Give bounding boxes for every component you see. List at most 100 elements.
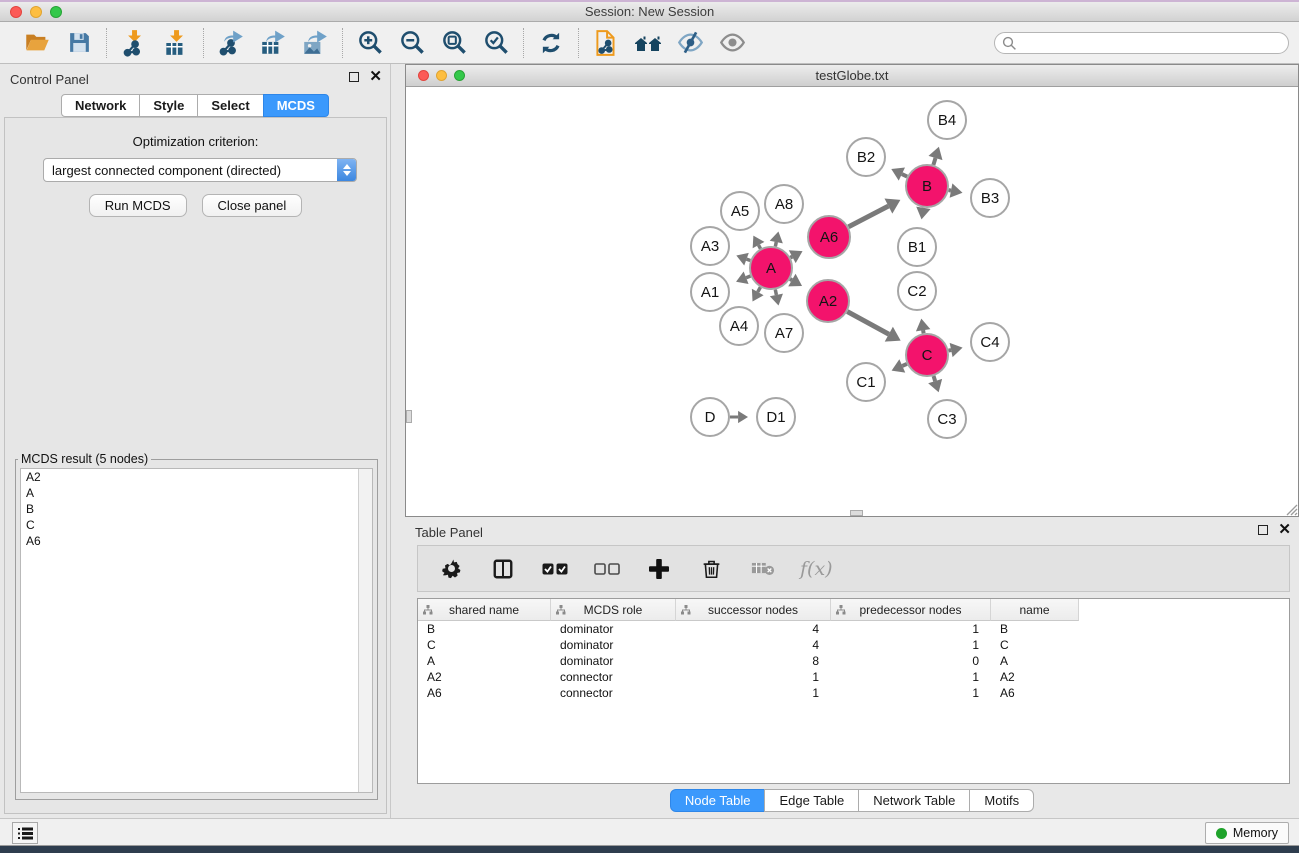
close-network-icon[interactable] [418,70,429,81]
edge-A6-B[interactable] [849,206,889,227]
settings-gear-icon[interactable] [436,554,466,584]
tab-mcds[interactable]: MCDS [263,94,329,117]
refresh-layout-icon[interactable] [536,28,566,58]
unselect-all-columns-icon[interactable] [592,554,622,584]
minimize-window-icon[interactable] [30,6,42,18]
resize-grip-bottom[interactable] [850,510,863,516]
import-network-icon[interactable] [119,28,149,58]
edge-A2-C[interactable] [847,312,888,335]
columns-icon[interactable] [488,554,518,584]
tab-network[interactable]: Network [61,94,140,117]
edge-C-C1[interactable] [902,364,907,366]
cell-name: B [991,621,1079,637]
table-row[interactable]: Adominator80A [418,653,1289,669]
close-panel-button[interactable]: Close panel [202,194,303,217]
export-image-icon[interactable] [300,28,330,58]
delete-table-icon[interactable] [748,554,778,584]
graph-node-label-C1: C1 [856,374,875,391]
edge-A-A8[interactable] [775,242,776,246]
zoom-fit-icon[interactable] [439,28,469,58]
main-toolbar [0,22,1299,64]
tab-style[interactable]: Style [139,94,198,117]
edge-B-B4[interactable] [933,158,935,165]
graph-node-label-B: B [922,178,932,195]
table-header-row: shared nameMCDS rolesuccessor nodesprede… [418,599,1289,621]
tab-motifs[interactable]: Motifs [969,789,1034,812]
column-header-shared-name[interactable]: shared name [418,599,551,621]
mcds-result-item[interactable]: C [21,517,372,533]
edge-B-B2[interactable] [902,174,907,177]
edge-A-A7[interactable] [775,290,776,295]
minimize-network-icon[interactable] [436,70,447,81]
open-session-icon[interactable] [22,28,52,58]
column-header-predecessor-nodes[interactable]: predecessor nodes [831,599,991,621]
add-row-icon[interactable] [644,554,674,584]
column-header-name[interactable]: name [991,599,1079,621]
close-table-panel-icon[interactable]: ✕ [1278,525,1291,535]
graph-node-label-C: C [922,347,933,364]
close-window-icon[interactable] [10,6,22,18]
table-panel-title: Table Panel [415,525,483,540]
home-icon[interactable] [633,28,663,58]
save-session-icon[interactable] [64,28,94,58]
edge-A-A6[interactable] [790,257,792,258]
mcds-result-list[interactable]: A2ABCA6 [20,468,373,793]
import-table-icon[interactable] [161,28,191,58]
hide-panel-eye-icon[interactable] [675,28,705,58]
edge-C-C4[interactable] [949,350,952,351]
cell-mcds-role: dominator [551,621,676,637]
float-table-panel-icon[interactable] [1258,525,1268,535]
delete-row-icon[interactable] [696,554,726,584]
mcds-result-item[interactable]: B [21,501,372,517]
function-builder-icon[interactable]: f(x) [800,558,833,580]
select-all-columns-icon[interactable] [540,554,570,584]
edge-C-C3[interactable] [934,376,936,381]
search-input[interactable] [994,32,1289,54]
table-row[interactable]: A2connector11A2 [418,669,1289,685]
task-history-button[interactable] [12,822,38,844]
control-panel-title: Control Panel [10,72,89,87]
table-row[interactable]: A6connector11A6 [418,685,1289,701]
window-title: Session: New Session [0,2,1299,22]
resize-grip-corner[interactable] [1283,501,1298,516]
column-header-mcds-role[interactable]: MCDS role [551,599,676,621]
mcds-result-item[interactable]: A6 [21,533,372,549]
mcds-list-scrollbar[interactable] [358,469,372,792]
desktop-background [0,846,1299,853]
cell-name: A2 [991,669,1079,685]
tab-node-table[interactable]: Node Table [670,789,766,812]
zoom-window-icon[interactable] [50,6,62,18]
cell-shared-name: A2 [418,669,551,685]
zoom-out-icon[interactable] [397,28,427,58]
tab-network-table[interactable]: Network Table [858,789,970,812]
mcds-result-item[interactable]: A2 [21,469,372,485]
export-network-icon[interactable] [216,28,246,58]
mcds-result-item[interactable]: A [21,485,372,501]
edge-A-A3[interactable] [746,259,750,260]
zoom-network-icon[interactable] [454,70,465,81]
table-row[interactable]: Bdominator41B [418,621,1289,637]
table-panel: Table Panel ✕ [405,517,1299,818]
edge-A-A1[interactable] [746,276,750,278]
network-canvas[interactable]: B4B2BB3A8A5A6B1A3AA1C2A2A4A7CC4C1C3DD1 [406,87,1298,516]
criterion-select[interactable]: largest connected component (directed) [43,158,357,182]
new-network-icon[interactable] [591,28,621,58]
tab-select[interactable]: Select [197,94,263,117]
network-window-titlebar[interactable]: testGlobe.txt [406,65,1298,87]
float-panel-icon[interactable] [349,72,359,82]
run-mcds-button[interactable]: Run MCDS [89,194,187,217]
edge-A-A5[interactable] [759,245,761,249]
edge-A-A4[interactable] [758,287,761,292]
memory-button[interactable]: Memory [1205,822,1289,844]
column-header-successor-nodes[interactable]: successor nodes [676,599,831,621]
close-panel-icon[interactable]: ✕ [369,72,382,82]
zoom-in-icon[interactable] [355,28,385,58]
show-panel-eye-icon[interactable] [717,28,747,58]
table-row[interactable]: Cdominator41C [418,637,1289,653]
resize-grip-left[interactable] [406,410,412,423]
zoom-selected-icon[interactable] [481,28,511,58]
tab-edge-table[interactable]: Edge Table [764,789,859,812]
control-panel-tabs: Network Style Select MCDS [0,94,390,117]
edge-A-A2[interactable] [790,279,792,280]
export-table-icon[interactable] [258,28,288,58]
